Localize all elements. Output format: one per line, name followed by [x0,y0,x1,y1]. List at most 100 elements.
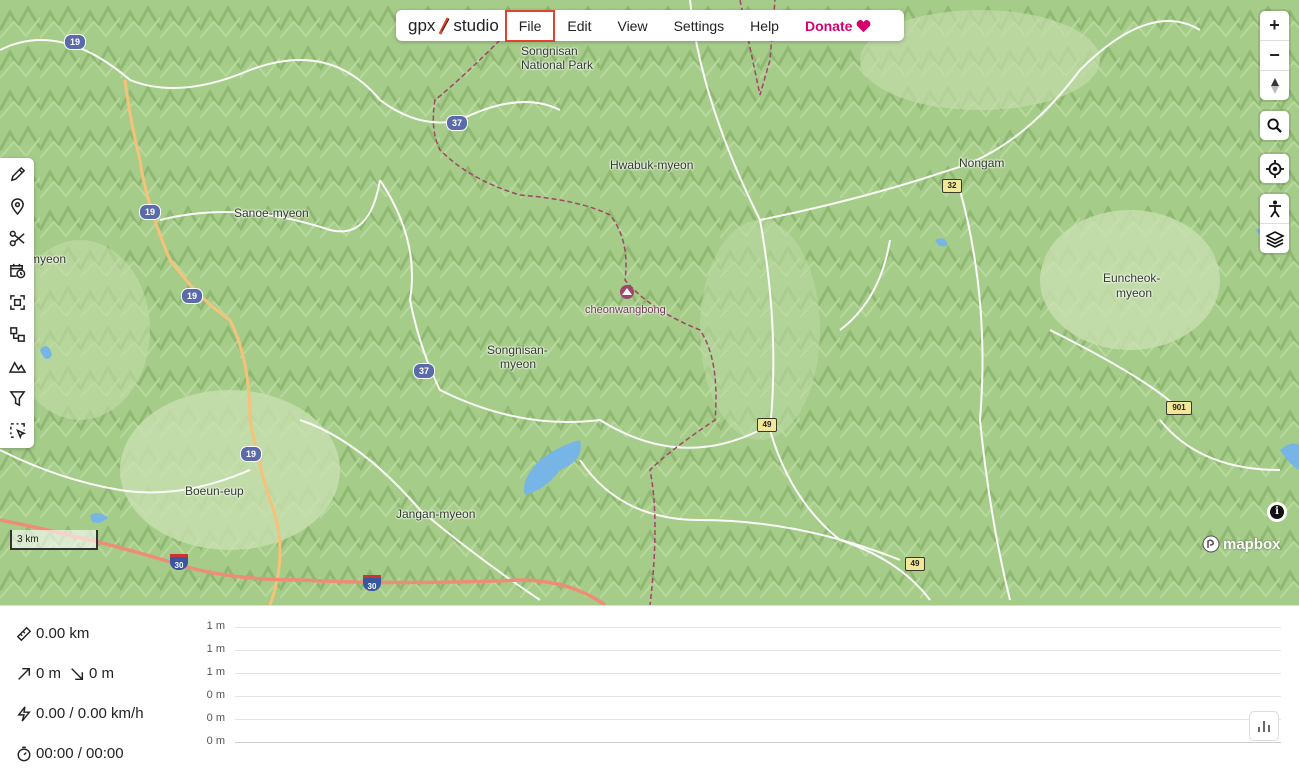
stat-time: 00:00 / 00:00 [16,745,124,762]
place-label: Songnisan [521,44,578,58]
compass-button[interactable] [1260,71,1289,100]
locate-icon [1265,159,1284,178]
tool-time[interactable] [0,254,34,286]
place-label: cheonwangbong [585,304,666,316]
menu-edit[interactable]: Edit [555,12,603,40]
layers-icon [1264,230,1285,248]
grid-line [235,673,1281,674]
place-label: Sanoe-myeon [234,206,309,220]
place-label: myeon [500,357,537,371]
place-label: Jangan-myeon [396,507,476,521]
route-shield: 37 [446,115,468,131]
donate-label: Donate [804,17,853,34]
stopwatch-icon [17,746,31,761]
compass-icon [1270,77,1279,94]
mapbox-logo[interactable]: mapbox [1202,535,1281,553]
info-icon: i [1270,505,1284,519]
tool-scan[interactable] [0,286,34,318]
scissors-icon [9,230,25,246]
place-label: National Park [521,58,594,72]
grid-line [235,696,1281,697]
logo-text-right: studio [453,15,499,35]
app-logo[interactable]: gpx studio [408,16,499,36]
select-cursor-icon [9,422,26,439]
layers-button[interactable] [1260,224,1289,253]
scan-icon [9,294,25,310]
chart-options-button[interactable] [1249,711,1279,741]
map-view[interactable]: Songnisan National Park Hwabuk-myeon Non… [0,0,1299,605]
route-shield: 30 [363,575,381,591]
donate-button[interactable]: Donate [793,12,883,40]
tool-draw[interactable] [0,158,34,190]
y-tick-label: 0 m [206,712,225,724]
scale-bar: 3 km [10,530,98,550]
route-shield: 901 [1166,401,1192,415]
route-shield: 49 [905,557,925,571]
lightning-icon [17,705,31,722]
tool-filter[interactable] [0,382,34,414]
locate-button[interactable] [1260,154,1289,183]
attribution-info-button[interactable]: i [1267,502,1287,522]
map-pin-icon [10,197,24,215]
grid-line [235,719,1281,720]
y-tick-label: 1 m [206,666,225,678]
search-icon [1267,118,1282,133]
tool-elevation[interactable] [0,350,34,382]
filter-icon [8,390,26,406]
route-shield: 49 [757,418,777,432]
elevation-loss-value: 0 m [89,665,115,682]
place-label: Euncheok- [1103,271,1161,285]
zoom-controls: + − [1260,11,1289,100]
distance-value: 0.00 km [36,625,90,642]
route-shield: 19 [64,34,86,50]
layer-controls [1260,194,1289,253]
tool-waypoint[interactable] [0,190,34,222]
tool-scissors[interactable] [0,222,34,254]
menu-bar: gpx studio File Edit View Settings Help … [396,9,904,42]
stat-elevation: 0 m 0 m [16,665,114,682]
ruler-icon [16,626,32,641]
tool-merge[interactable] [0,318,34,350]
y-tick-label: 0 m [206,689,225,701]
mapbox-icon [1202,535,1220,553]
menu-view[interactable]: View [605,12,659,40]
heart-icon [857,19,871,32]
tool-bar [0,158,34,448]
stat-distance: 0.00 km [16,625,89,642]
tool-select[interactable] [0,414,34,446]
elevation-gain-value: 0 m [36,665,62,682]
mountain-icon [8,360,26,373]
search-control [1260,111,1289,140]
locate-control [1260,154,1289,183]
time-value: 00:00 / 00:00 [36,745,124,762]
pencil-slash-icon [439,16,450,35]
route-shield: 19 [240,446,262,462]
menu-help[interactable]: Help [738,12,791,40]
grid-line [235,627,1281,628]
speed-value: 0.00 / 0.00 km/h [36,705,144,722]
bar-chart-icon [1258,721,1270,732]
menu-file[interactable]: File [504,9,556,42]
mapbox-label: mapbox [1223,535,1281,553]
elevation-chart[interactable]: 1 m 1 m 1 m 0 m 0 m 0 m [195,612,1285,752]
stat-speed: 0.00 / 0.00 km/h [16,705,144,722]
route-shield: 19 [139,204,161,220]
street-view-button[interactable] [1260,194,1289,224]
person-icon [1268,200,1281,217]
menu-settings[interactable]: Settings [662,12,737,40]
route-shield: 32 [942,179,962,193]
zoom-out-button[interactable]: − [1260,41,1289,71]
place-label: myeon [1116,286,1153,300]
y-tick-label: 1 m [206,620,225,632]
grid-line [235,650,1281,651]
place-label: Nongam [959,156,1005,170]
route-shield: 19 [181,288,203,304]
calendar-clock-icon [9,263,25,278]
arrow-down-right-icon [71,667,84,680]
arrow-up-right-icon [18,667,31,680]
logo-text-left: gpx [408,15,436,35]
route-shield: 30 [170,554,188,570]
zoom-in-button[interactable]: + [1260,11,1289,41]
place-label: Boeun-eup [185,484,244,498]
search-button[interactable] [1260,111,1289,140]
